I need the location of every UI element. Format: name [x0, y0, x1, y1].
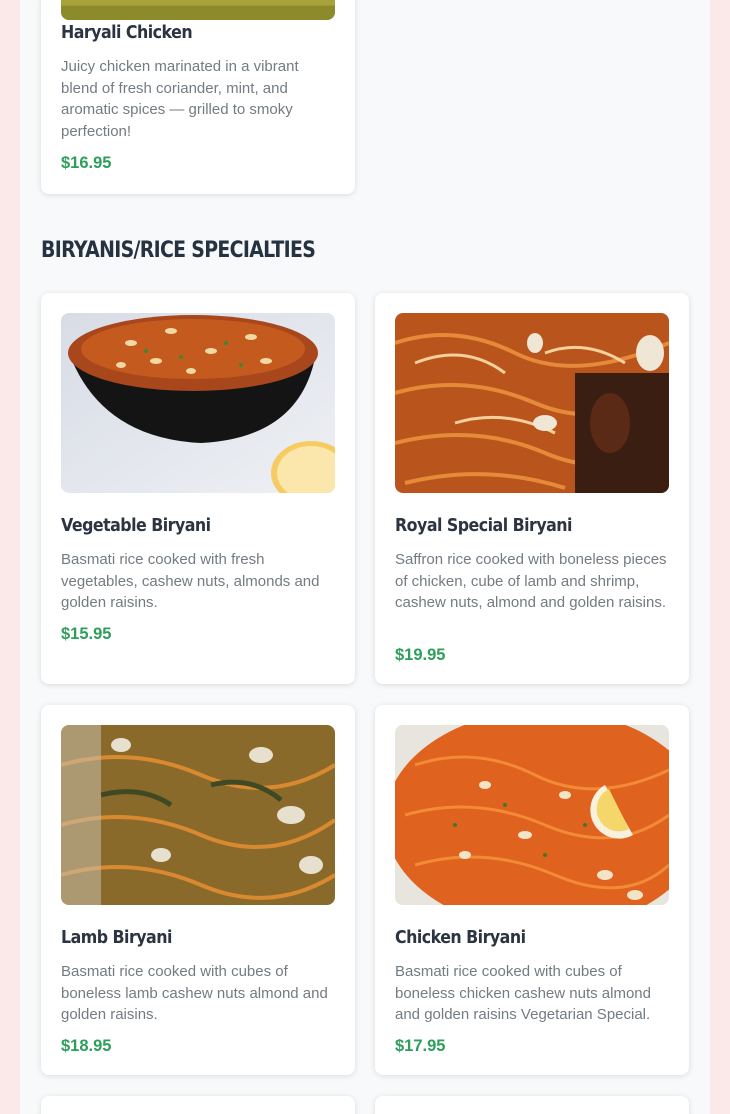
vegetable-biryani-photo: [61, 313, 335, 493]
royal-special-biryani-photo: [395, 313, 669, 493]
item-price: $18.95: [61, 1037, 112, 1055]
menu-item-card-royal-special-biryani[interactable]: Royal Special Biryani Saffron rice cooke…: [375, 293, 689, 684]
lamb-biryani-photo: [61, 725, 335, 905]
item-description: Basmati rice cooked with cubes of bonele…: [61, 963, 328, 1023]
item-name: Haryali Chicken: [61, 22, 193, 43]
item-description: Juicy chicken marinated in a vibrant ble…: [61, 58, 299, 140]
menu-item-card-haryali-chicken[interactable]: Haryali Chicken Juicy chicken marinated …: [41, 0, 355, 194]
item-description: Basmati rice cooked with cubes of bonele…: [395, 963, 651, 1023]
menu-item-card-next-left[interactable]: [41, 1096, 355, 1114]
menu-item-card-chicken-biryani[interactable]: Chicken Biryani Basmati rice cooked with…: [375, 705, 689, 1075]
menu-item-card-lamb-biryani[interactable]: Lamb Biryani Basmati rice cooked with cu…: [41, 705, 355, 1075]
item-description: Basmati rice cooked with fresh vegetable…: [61, 551, 320, 611]
menu-page: Haryali Chicken Juicy chicken marinated …: [20, 0, 710, 1114]
item-price: $17.95: [395, 1037, 446, 1055]
item-name: Royal Special Biryani: [395, 515, 572, 536]
item-price: $15.95: [61, 625, 112, 643]
item-description: Saffron rice cooked with boneless pieces…: [395, 551, 667, 611]
section-title: BIRYANIS/RICE SPECIALTIES: [41, 238, 316, 263]
chicken-biryani-photo: [395, 725, 669, 905]
menu-item-card-next-right[interactable]: [375, 1096, 689, 1114]
item-name: Chicken Biryani: [395, 927, 526, 948]
haryali-chicken-photo: [61, 0, 335, 20]
item-price: $16.95: [61, 154, 112, 172]
item-name: Vegetable Biryani: [61, 515, 211, 536]
item-name: Lamb Biryani: [61, 927, 172, 948]
item-price: $19.95: [395, 646, 446, 664]
menu-item-card-vegetable-biryani[interactable]: Vegetable Biryani Basmati rice cooked wi…: [41, 293, 355, 684]
